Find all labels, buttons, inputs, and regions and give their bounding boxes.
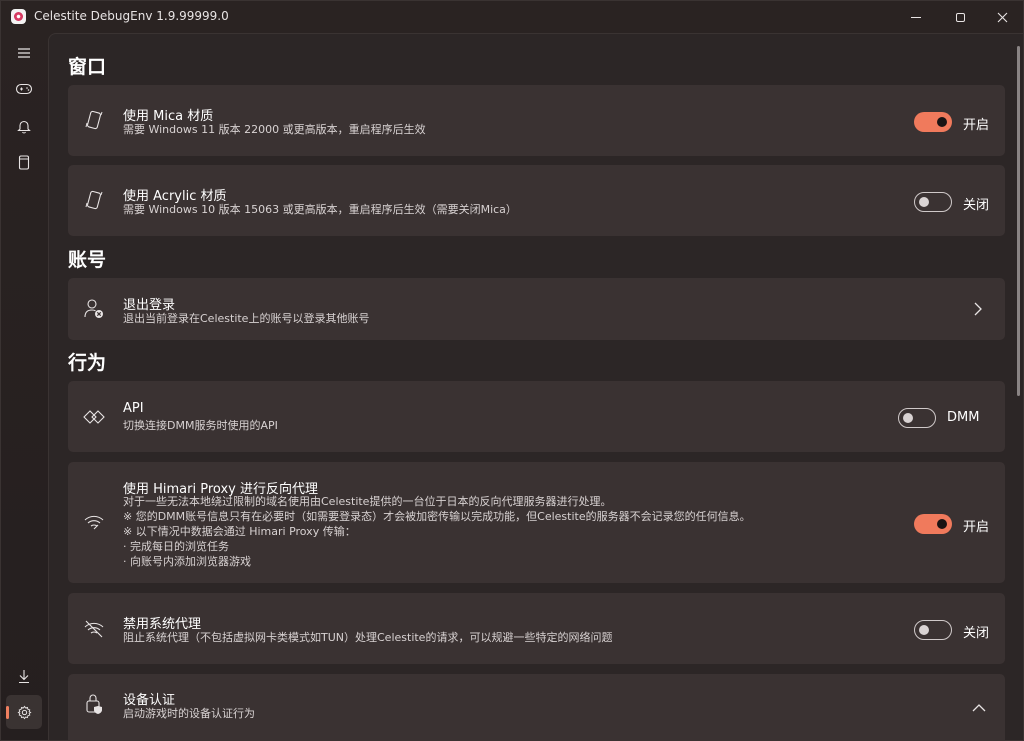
acrylic-toggle-label: 关闭 <box>963 198 990 213</box>
proxy-desc-line-1: 对于一些无法本地绕过限制的域名使用由Celestite提供的一台位于日本的反向代… <box>123 495 612 508</box>
wifi-proxy-icon <box>82 510 106 534</box>
tablet-icon <box>18 154 30 170</box>
setting-card-system-proxy: 禁用系统代理 阻止系统代理（不包括虚拟网卡类模式如TUN）处理Celestite… <box>68 593 1005 664</box>
section-title-window: 窗口 <box>68 56 107 78</box>
gear-icon <box>16 705 32 719</box>
sidebar-item-device[interactable] <box>6 145 42 179</box>
api-title: API <box>123 401 144 416</box>
acrylic-icon <box>82 189 106 213</box>
chevron-right-icon <box>973 301 983 320</box>
title-bar: Celestite DebugEnv 1.9.99999.0 <box>1 1 1023 33</box>
proxy-toggle-label: 开启 <box>963 520 990 535</box>
api-icon <box>82 405 106 429</box>
app-logo-icon <box>11 9 26 24</box>
setting-card-acrylic: 使用 Acrylic 材质 需要 Windows 10 版本 15063 或更高… <box>68 165 1005 236</box>
api-toggle[interactable] <box>898 408 936 428</box>
setting-card-logout[interactable]: 退出登录 退出当前登录在Celestite上的账号以登录其他账号 <box>68 278 1005 340</box>
proxy-desc-line-4: · 完成每日的浏览任务 <box>123 540 229 553</box>
sidebar-item-notifications[interactable] <box>6 109 42 143</box>
setting-card-mica: 使用 Mica 材质 需要 Windows 11 版本 22000 或更高版本，… <box>68 85 1005 156</box>
setting-card-device-auth[interactable]: 设备认证 启动游戏时的设备认证行为 <box>68 674 1005 740</box>
logout-description: 退出当前登录在Celestite上的账号以登录其他账号 <box>123 312 370 325</box>
settings-content: 窗口 使用 Mica 材质 需要 Windows 11 版本 22000 或更高… <box>48 33 1023 740</box>
menu-icon <box>18 48 30 58</box>
wifi-off-icon <box>82 617 106 641</box>
toggle-knob <box>937 519 947 529</box>
toggle-knob <box>919 197 929 207</box>
close-icon <box>997 12 1007 22</box>
sysproxy-description: 阻止系统代理（不包括虚拟网卡类模式如TUN）处理Celestite的请求，可以规… <box>123 631 613 644</box>
window-title: Celestite DebugEnv 1.9.99999.0 <box>34 9 229 23</box>
proxy-desc-line-2: ※ 您的DMM账号信息只有在必要时（如需要登录态）才会被加密传输以完成功能，但C… <box>123 510 751 523</box>
sysproxy-toggle[interactable] <box>914 620 952 640</box>
device-auth-description: 启动游戏时的设备认证行为 <box>123 707 255 720</box>
toggle-knob <box>919 625 929 635</box>
active-indicator <box>6 706 9 719</box>
maximize-icon <box>955 12 965 22</box>
minimize-button[interactable] <box>893 1 939 33</box>
toggle-knob <box>903 413 913 423</box>
api-toggle-label: DMM <box>947 410 980 425</box>
lock-shield-icon <box>82 692 106 716</box>
gamepad-icon <box>15 83 33 95</box>
api-description: 切换连接DMM服务时使用的API <box>123 419 278 432</box>
section-title-account: 账号 <box>68 249 107 271</box>
mica-toggle[interactable] <box>914 112 952 132</box>
sidebar-menu-button[interactable] <box>6 36 42 70</box>
toggle-knob <box>937 117 947 127</box>
bell-icon <box>17 120 31 134</box>
setting-card-api: API 切换连接DMM服务时使用的API DMM <box>68 381 1005 452</box>
section-title-behavior: 行为 <box>68 352 107 374</box>
mica-icon <box>82 109 106 133</box>
setting-card-himari-proxy: 使用 Himari Proxy 进行反向代理 对于一些无法本地绕过限制的域名使用… <box>68 462 1005 583</box>
acrylic-toggle[interactable] <box>914 192 952 212</box>
sysproxy-toggle-label: 关闭 <box>963 626 990 641</box>
proxy-desc-line-5: · 向账号内添加浏览器游戏 <box>123 555 251 568</box>
proxy-toggle[interactable] <box>914 514 952 534</box>
sidebar-item-downloads[interactable] <box>6 659 42 693</box>
sidebar <box>1 33 46 740</box>
acrylic-description: 需要 Windows 10 版本 15063 或更高版本，重启程序后生效（需要关… <box>123 203 517 216</box>
scrollbar[interactable] <box>1017 46 1020 396</box>
download-icon <box>19 669 29 683</box>
chevron-up-icon <box>972 698 986 717</box>
mica-toggle-label: 开启 <box>963 118 990 133</box>
logout-user-icon <box>82 297 106 321</box>
sidebar-item-games[interactable] <box>6 72 42 106</box>
mica-description: 需要 Windows 11 版本 22000 或更高版本，重启程序后生效 <box>123 123 426 136</box>
proxy-desc-line-3: ※ 以下情况中数据会通过 Himari Proxy 传输： <box>123 525 356 538</box>
sidebar-item-settings[interactable] <box>6 695 42 729</box>
minimize-icon <box>911 16 921 18</box>
maximize-button[interactable] <box>937 1 983 33</box>
close-button[interactable] <box>979 1 1023 33</box>
app-window: Celestite DebugEnv 1.9.99999.0 窗口 使用 Mic… <box>0 0 1024 741</box>
